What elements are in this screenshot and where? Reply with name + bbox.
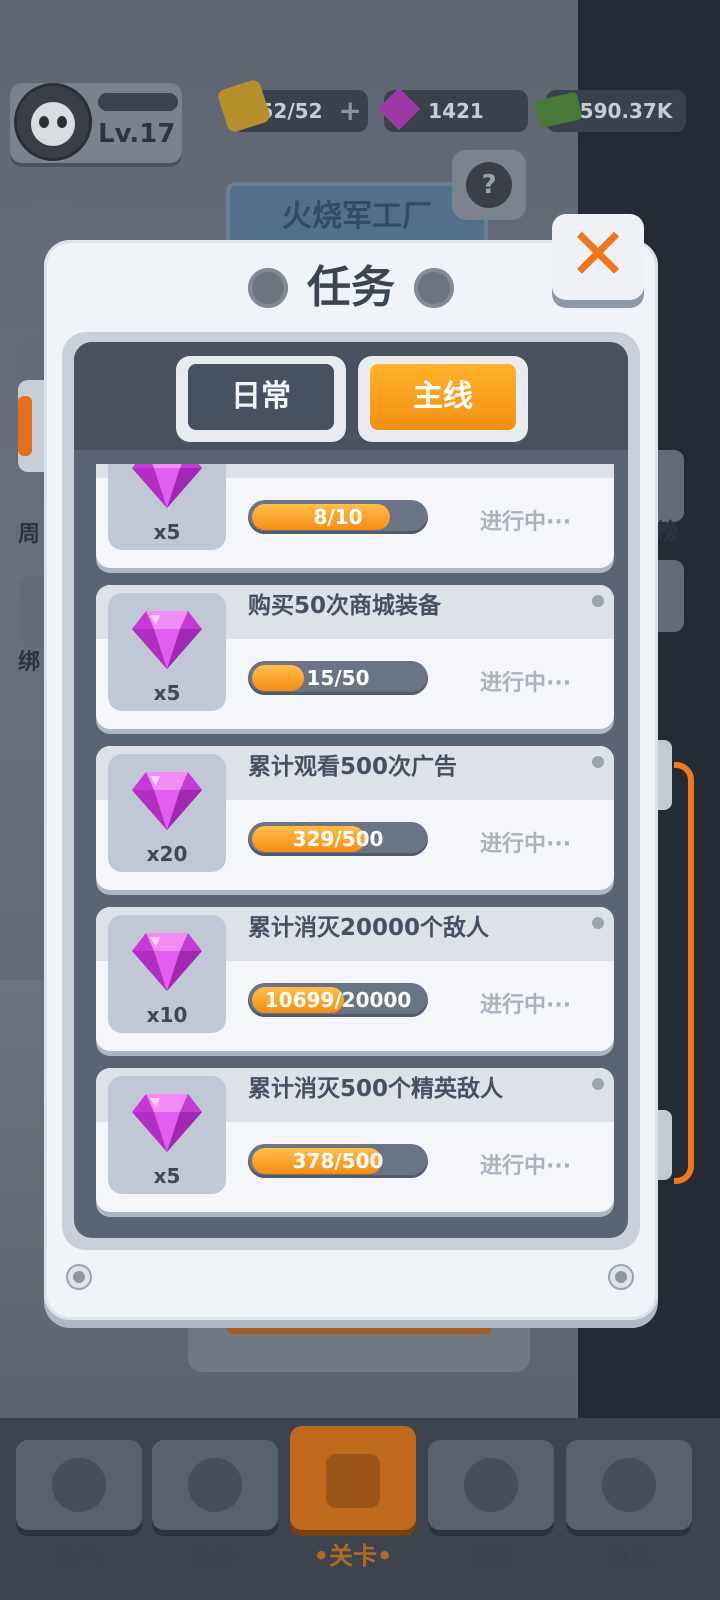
task-panel-inner: 日常 主线 x5 8/10 进行中··· 购买50次商城装备 x5 15/50 … [74, 342, 628, 1238]
task-card: x5 8/10 进行中··· [96, 464, 614, 568]
task-status: 进行中··· [480, 993, 572, 1018]
progress-text: 15/50 [306, 666, 370, 690]
tab-main-label: 主线 [370, 364, 516, 430]
reward-slot[interactable]: x5 [108, 593, 226, 711]
help-button[interactable]: ? [452, 150, 526, 220]
task-panel: 日常 主线 x5 8/10 进行中··· 购买50次商城装备 x5 15/50 … [62, 332, 640, 1250]
hexagon-cluster-icon [464, 1458, 518, 1512]
nav-stage[interactable] [290, 1426, 416, 1530]
nav-stage-label: •关卡• [313, 1542, 393, 1570]
gun-icon [188, 1458, 242, 1512]
task-status: 进行中··· [480, 671, 572, 696]
task-status: 进行中··· [480, 1154, 572, 1179]
modal-handle-right [652, 740, 696, 1184]
reward-quantity: x5 [153, 681, 181, 705]
progress-bar: 329/500 [248, 822, 428, 856]
task-list: x5 8/10 进行中··· 购买50次商城装备 x5 15/50 进行中··· [96, 464, 614, 1228]
progress-bar: 8/10 [248, 500, 428, 534]
tab-daily[interactable]: 日常 [176, 356, 346, 442]
task-status: 进行中··· [480, 510, 572, 535]
task-card: 购买50次商城装备 x5 15/50 进行中··· [96, 585, 614, 729]
nav-gene[interactable] [428, 1440, 554, 1530]
reward-quantity: x20 [146, 842, 188, 866]
progress-bar: 10699/20000 [248, 983, 428, 1017]
question-icon: ? [466, 162, 512, 208]
progress-text: 329/500 [292, 827, 384, 851]
energy-counter[interactable]: 52/52 + [216, 78, 368, 134]
task-title: 累计消灭20000个敌人 [248, 915, 490, 941]
reward-quantity: x10 [146, 1003, 188, 1027]
name-bar [98, 93, 178, 111]
close-icon: ✕ [567, 212, 629, 296]
nav-role[interactable] [16, 1440, 142, 1530]
task-list-viewport[interactable]: x5 8/10 进行中··· 购买50次商城装备 x5 15/50 进行中··· [74, 464, 628, 1228]
gem-icon [132, 772, 202, 830]
task-info-dot [592, 917, 604, 929]
side-label-1: 周 [18, 522, 41, 547]
progress-bar: 378/500 [248, 1144, 428, 1178]
gem-value: 1421 [428, 99, 484, 123]
progress-bar: 15/50 [248, 661, 428, 695]
screw-left [66, 1264, 92, 1290]
modal-base-bar [188, 1320, 530, 1372]
close-button[interactable]: ✕ [552, 214, 644, 300]
nav-shop-label: 商城 [605, 1542, 653, 1570]
tab-main[interactable]: 主线 [358, 356, 528, 442]
map-pin-icon [326, 1454, 380, 1508]
plus-icon[interactable]: + [339, 90, 362, 132]
bottom-nav: 角色 装备 •关卡• 基因 商城 [0, 1418, 720, 1600]
task-info-dot [592, 756, 604, 768]
nav-equipment-label: 装备 [191, 1542, 239, 1570]
task-title: 购买50次商城装备 [248, 593, 442, 619]
side-label-right-1: 榜 [656, 520, 679, 545]
player-level: Lv.17 [98, 119, 176, 149]
task-title: 累计观看500次广告 [248, 754, 458, 780]
gem-counter[interactable]: 1421 [377, 87, 528, 132]
nav-gene-label: 基因 [467, 1542, 515, 1570]
player-profile[interactable]: Lv.17 [10, 83, 182, 163]
gem-icon [132, 1094, 202, 1152]
reward-slot[interactable]: x20 [108, 754, 226, 872]
nav-role-label: 角色 [55, 1542, 103, 1570]
task-card: 累计观看500次广告 x20 329/500 进行中··· [96, 746, 614, 890]
gem-icon [132, 933, 202, 991]
screw-right [608, 1264, 634, 1290]
task-card: 累计消灭500个精英敌人 x5 378/500 进行中··· [96, 1068, 614, 1212]
tab-daily-label: 日常 [188, 364, 334, 430]
progress-text: 10699/20000 [264, 988, 412, 1012]
cash-counter[interactable]: 590.37K [533, 90, 686, 132]
progress-text: 8/10 [313, 505, 363, 529]
cash-value: 590.37K [579, 99, 673, 123]
progress-text: 378/500 [292, 1149, 384, 1173]
reward-slot[interactable]: x10 [108, 915, 226, 1033]
title-bolt-right [414, 268, 454, 308]
reward-slot[interactable]: x5 [108, 1076, 226, 1194]
nav-shop[interactable] [566, 1440, 692, 1530]
task-status: 进行中··· [480, 832, 572, 857]
reward-quantity: x5 [153, 1164, 181, 1188]
gem-icon [132, 611, 202, 669]
reward-slot[interactable]: x5 [108, 464, 226, 550]
task-title: 累计消灭500个精英敌人 [248, 1076, 504, 1102]
task-info-dot [592, 1078, 604, 1090]
task-info-dot [592, 595, 604, 607]
nav-equipment[interactable] [152, 1440, 278, 1530]
skull-icon [52, 1458, 106, 1512]
tab-bar: 日常 主线 [74, 342, 628, 450]
shop-icon [602, 1458, 656, 1512]
task-card: 累计消灭20000个敌人 x10 10699/20000 进行中··· [96, 907, 614, 1051]
gem-icon [132, 464, 202, 508]
side-label-2: 绑 [18, 650, 41, 675]
avatar [14, 83, 92, 161]
reward-quantity: x5 [153, 520, 181, 544]
